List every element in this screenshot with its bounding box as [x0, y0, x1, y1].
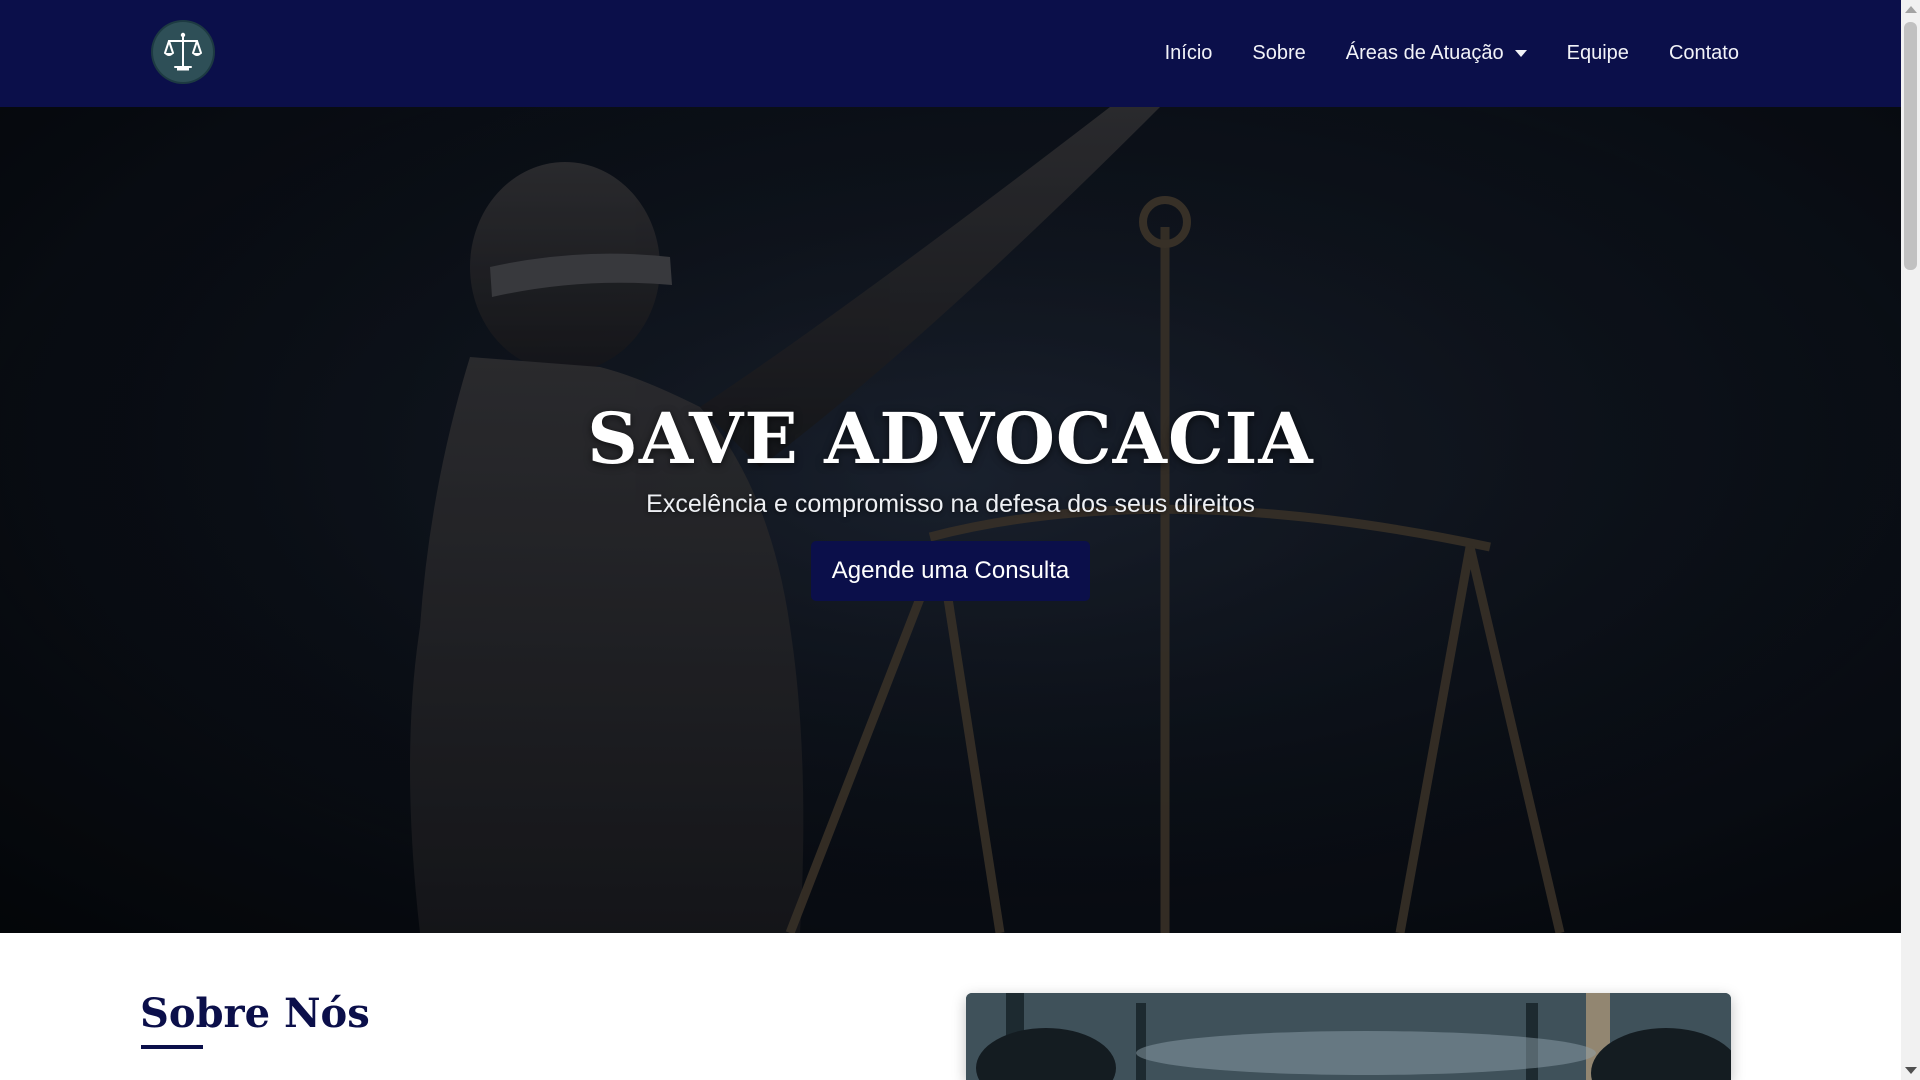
hero-subtitle: Excelência e compromisso na defesa dos s…	[646, 490, 1255, 518]
hero-title: SAVE ADVOCACIA	[587, 397, 1314, 480]
nav-dropdown-areas[interactable]: Áreas de Atuação	[1346, 42, 1527, 65]
office-photo-image	[966, 993, 1731, 1080]
scroll-up-arrow-icon[interactable]	[1905, 6, 1917, 13]
scroll-down-arrow-icon[interactable]	[1905, 1067, 1917, 1074]
top-navbar: Início Sobre Áreas de Atuação Equipe Con…	[0, 0, 1901, 107]
nav-dropdown-areas-label: Áreas de Atuação	[1345, 42, 1504, 64]
nav-link-equipe[interactable]: Equipe	[1567, 42, 1629, 65]
hero-section: SAVE ADVOCACIA Excelência e compromisso …	[0, 107, 1901, 933]
caret-down-icon	[1514, 50, 1527, 57]
hero-content: SAVE ADVOCACIA Excelência e compromisso …	[0, 107, 1901, 933]
page-scrollbar[interactable]	[1901, 0, 1920, 1080]
scales-logo-icon[interactable]	[153, 22, 213, 82]
title-underline-divider	[141, 1045, 203, 1049]
about-section-title: Sobre Nós	[140, 990, 370, 1037]
nav-link-contato[interactable]: Contato	[1669, 42, 1739, 65]
nav-link-inicio[interactable]: Início	[1165, 42, 1213, 65]
nav-menu: Início Sobre Áreas de Atuação Equipe Con…	[1125, 0, 1739, 107]
nav-link-sobre[interactable]: Sobre	[1252, 42, 1305, 65]
scrollbar-thumb[interactable]	[1904, 22, 1917, 270]
schedule-consultation-button[interactable]: Agende uma Consulta	[810, 541, 1091, 601]
